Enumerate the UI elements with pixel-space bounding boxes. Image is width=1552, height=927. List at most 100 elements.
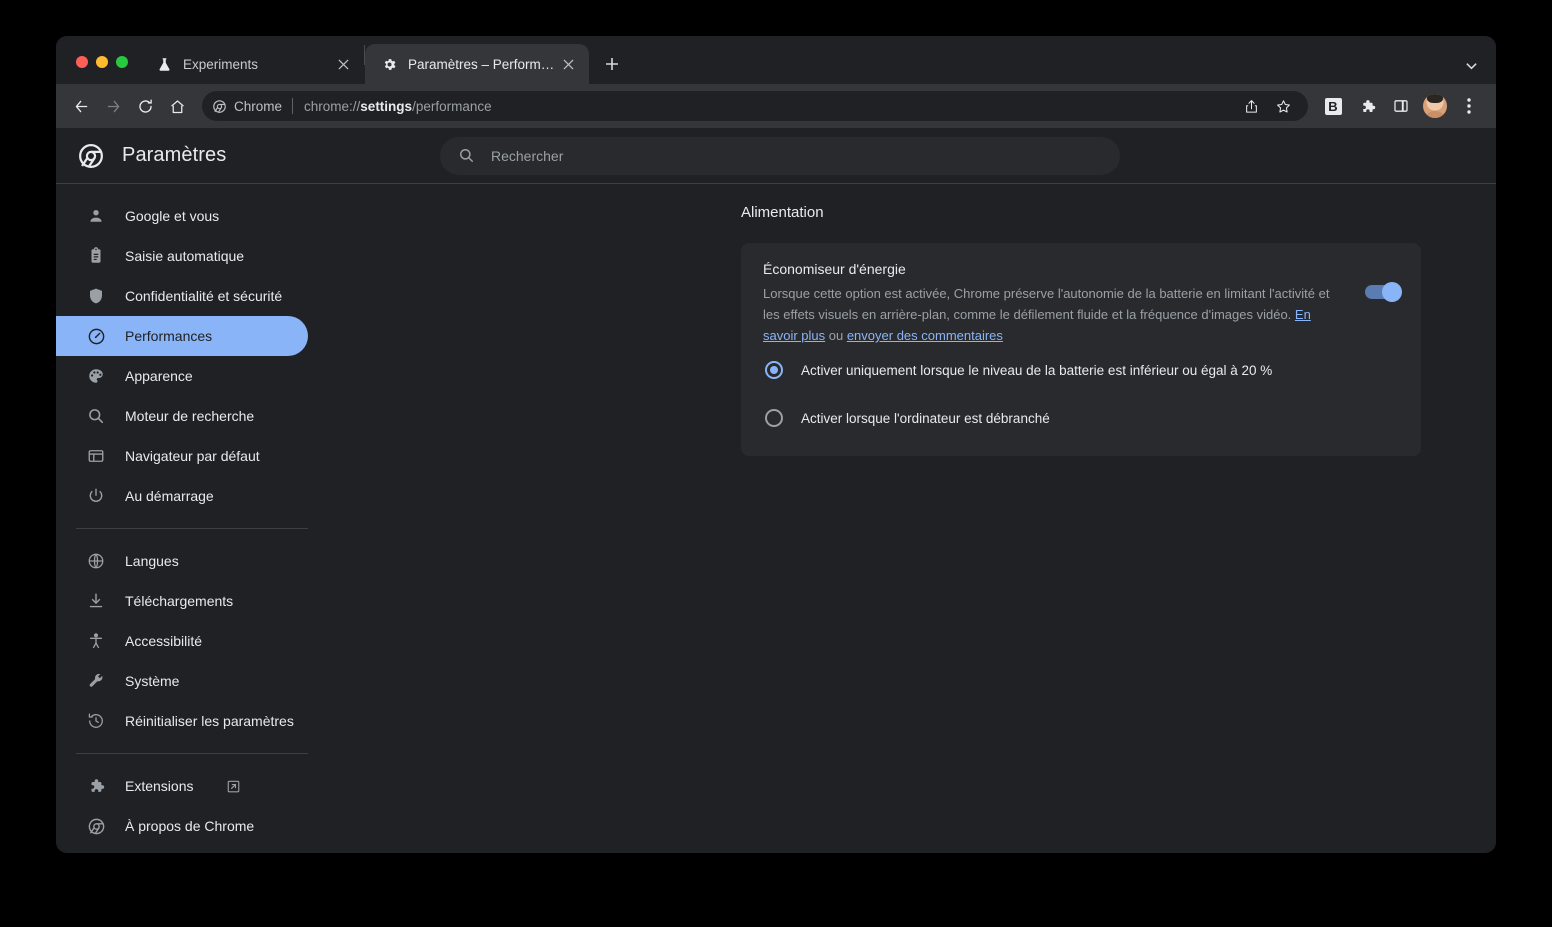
sidebar-item-label: Confidentialité et sécurité: [125, 288, 283, 304]
sidebar-item-label: Performances: [125, 328, 213, 344]
settings-search-area: [312, 136, 1496, 175]
energy-saver-title: Économiseur d'énergie: [763, 261, 906, 277]
sidebar-item-navigateur-par-defaut[interactable]: Navigateur par défaut: [56, 436, 308, 476]
extension-b-icon[interactable]: B: [1318, 91, 1348, 121]
back-button[interactable]: [66, 91, 96, 121]
speedometer-icon: [86, 326, 106, 346]
radio-option-battery-threshold[interactable]: Activer uniquement lorsque le niveau de …: [741, 346, 1421, 394]
address-bar[interactable]: Chrome chrome://settings/performance: [202, 91, 1308, 121]
sidebar-item-systeme[interactable]: Système: [56, 661, 308, 701]
sidebar-item-apparence[interactable]: Apparence: [56, 356, 308, 396]
tab-parametres-performances[interactable]: Paramètres – Performances: [365, 44, 589, 84]
sidebar-divider: [76, 753, 308, 754]
gear-icon: [381, 56, 398, 73]
avatar[interactable]: [1420, 91, 1450, 121]
sidebar-divider: [76, 528, 308, 529]
sidebar-item-moteur-de-recherche[interactable]: Moteur de recherche: [56, 396, 308, 436]
browser-window-icon: [86, 446, 106, 466]
window-controls: [56, 56, 140, 84]
tab-list: Experiments Paramètres – Performances: [140, 36, 627, 84]
sidebar-item-au-demarrage[interactable]: Au démarrage: [56, 476, 308, 516]
shield-icon: [86, 286, 106, 306]
sidebar-item-saisie-automatique[interactable]: Saisie automatique: [56, 236, 308, 276]
toggle-knob: [1382, 282, 1402, 302]
settings-sidebar: Google et vous Saisie automatique Confid…: [56, 184, 356, 853]
history-restore-icon: [86, 711, 106, 731]
three-dot-menu-icon[interactable]: [1454, 91, 1484, 121]
flask-icon: [156, 56, 173, 73]
forward-button[interactable]: [98, 91, 128, 121]
energy-saver-card: Économiseur d'énergie Lorsque cette opti…: [741, 243, 1421, 456]
sidebar-item-label: Réinitialiser les paramètres: [125, 713, 294, 729]
wrench-icon: [86, 671, 106, 691]
sidebar-item-confidentialite-et-securite[interactable]: Confidentialité et sécurité: [56, 276, 308, 316]
omnibox-url: chrome://settings/performance: [304, 98, 492, 114]
external-link-icon: [226, 778, 242, 794]
search-icon: [86, 406, 106, 426]
chrome-logo-icon: [77, 142, 105, 170]
description-text: Lorsque cette option est activée, Chrome…: [763, 286, 1330, 322]
description-conjunction: ou: [825, 328, 847, 343]
sidebar-item-label: Navigateur par défaut: [125, 448, 260, 464]
settings-content: Alimentation Économiseur d'énergie Lorsq…: [356, 184, 1496, 853]
sidebar-item-label: Moteur de recherche: [125, 408, 255, 424]
radio-option-unplugged[interactable]: Activer lorsque l'ordinateur est débranc…: [741, 394, 1421, 442]
star-icon[interactable]: [1268, 91, 1298, 121]
sidebar-item-reinitialiser-les-parametres[interactable]: Réinitialiser les paramètres: [56, 701, 308, 741]
new-tab-button[interactable]: [597, 49, 627, 79]
section-title: Alimentation: [741, 204, 824, 221]
palette-icon: [86, 366, 106, 386]
tab-strip-right: [1465, 59, 1496, 84]
omnibox-actions: [1236, 91, 1298, 121]
radio-button[interactable]: [765, 409, 783, 427]
sidebar-item-accessibilite[interactable]: Accessibilité: [56, 621, 308, 661]
share-icon[interactable]: [1236, 91, 1266, 121]
globe-icon: [86, 551, 106, 571]
sidebar-item-langues[interactable]: Langues: [56, 541, 308, 581]
minimize-window-button[interactable]: [96, 56, 108, 68]
energy-saver-toggle[interactable]: [1365, 282, 1402, 302]
search-input[interactable]: [491, 147, 1102, 164]
sidebar-item-label: Apparence: [125, 368, 193, 384]
side-panel-icon[interactable]: [1386, 91, 1416, 121]
radio-button[interactable]: [765, 361, 783, 379]
energy-saver-texts: Économiseur d'énergie Lorsque cette opti…: [763, 261, 1365, 346]
sidebar-item-google-et-vous[interactable]: Google et vous: [56, 196, 308, 236]
omnibox-chip-label: Chrome: [234, 98, 283, 114]
person-icon: [86, 206, 106, 226]
search-icon: [458, 147, 475, 164]
chevron-down-icon[interactable]: [1465, 59, 1478, 72]
tab-title: Experiments: [183, 56, 259, 72]
sidebar-group-main: Google et vous Saisie automatique Confid…: [56, 196, 356, 516]
sidebar-item-label: Téléchargements: [125, 593, 234, 609]
tab-strip: Experiments Paramètres – Performances: [56, 36, 1496, 84]
settings-body: Google et vous Saisie automatique Confid…: [56, 184, 1496, 853]
search-box[interactable]: [440, 136, 1120, 175]
toolbar-actions: B: [1318, 91, 1484, 121]
radio-label: Activer uniquement lorsque le niveau de …: [801, 362, 1273, 378]
sidebar-item-label: Système: [125, 673, 180, 689]
close-tab-button[interactable]: [332, 53, 354, 75]
sidebar-item-a-propos-de-chrome[interactable]: À propos de Chrome: [56, 806, 308, 846]
zoom-window-button[interactable]: [116, 56, 128, 68]
tab-title: Paramètres – Performances: [408, 56, 557, 72]
close-tab-button[interactable]: [557, 53, 579, 75]
puzzle-piece-icon[interactable]: [1352, 91, 1382, 121]
page-title: Paramètres: [122, 144, 227, 166]
settings-header: Paramètres: [56, 128, 1496, 184]
sidebar-item-performances[interactable]: Performances: [56, 316, 308, 356]
reload-button[interactable]: [130, 91, 160, 121]
energy-saver-description: Lorsque cette option est activée, Chrome…: [763, 283, 1341, 346]
sidebar-item-label: Extensions: [125, 778, 194, 794]
home-button[interactable]: [162, 91, 192, 121]
close-window-button[interactable]: [76, 56, 88, 68]
send-feedback-link[interactable]: envoyer des commentaires: [847, 328, 1003, 343]
energy-saver-header: Économiseur d'énergie Lorsque cette opti…: [741, 261, 1421, 346]
tab-experiments[interactable]: Experiments: [140, 44, 364, 84]
settings-brand[interactable]: Paramètres: [56, 142, 312, 170]
sidebar-item-extensions[interactable]: Extensions: [56, 766, 308, 806]
sidebar-item-label: Accessibilité: [125, 633, 203, 649]
sidebar-item-telechargements[interactable]: Téléchargements: [56, 581, 308, 621]
accessibility-icon: [86, 631, 106, 651]
chrome-logo-icon: [86, 816, 106, 836]
